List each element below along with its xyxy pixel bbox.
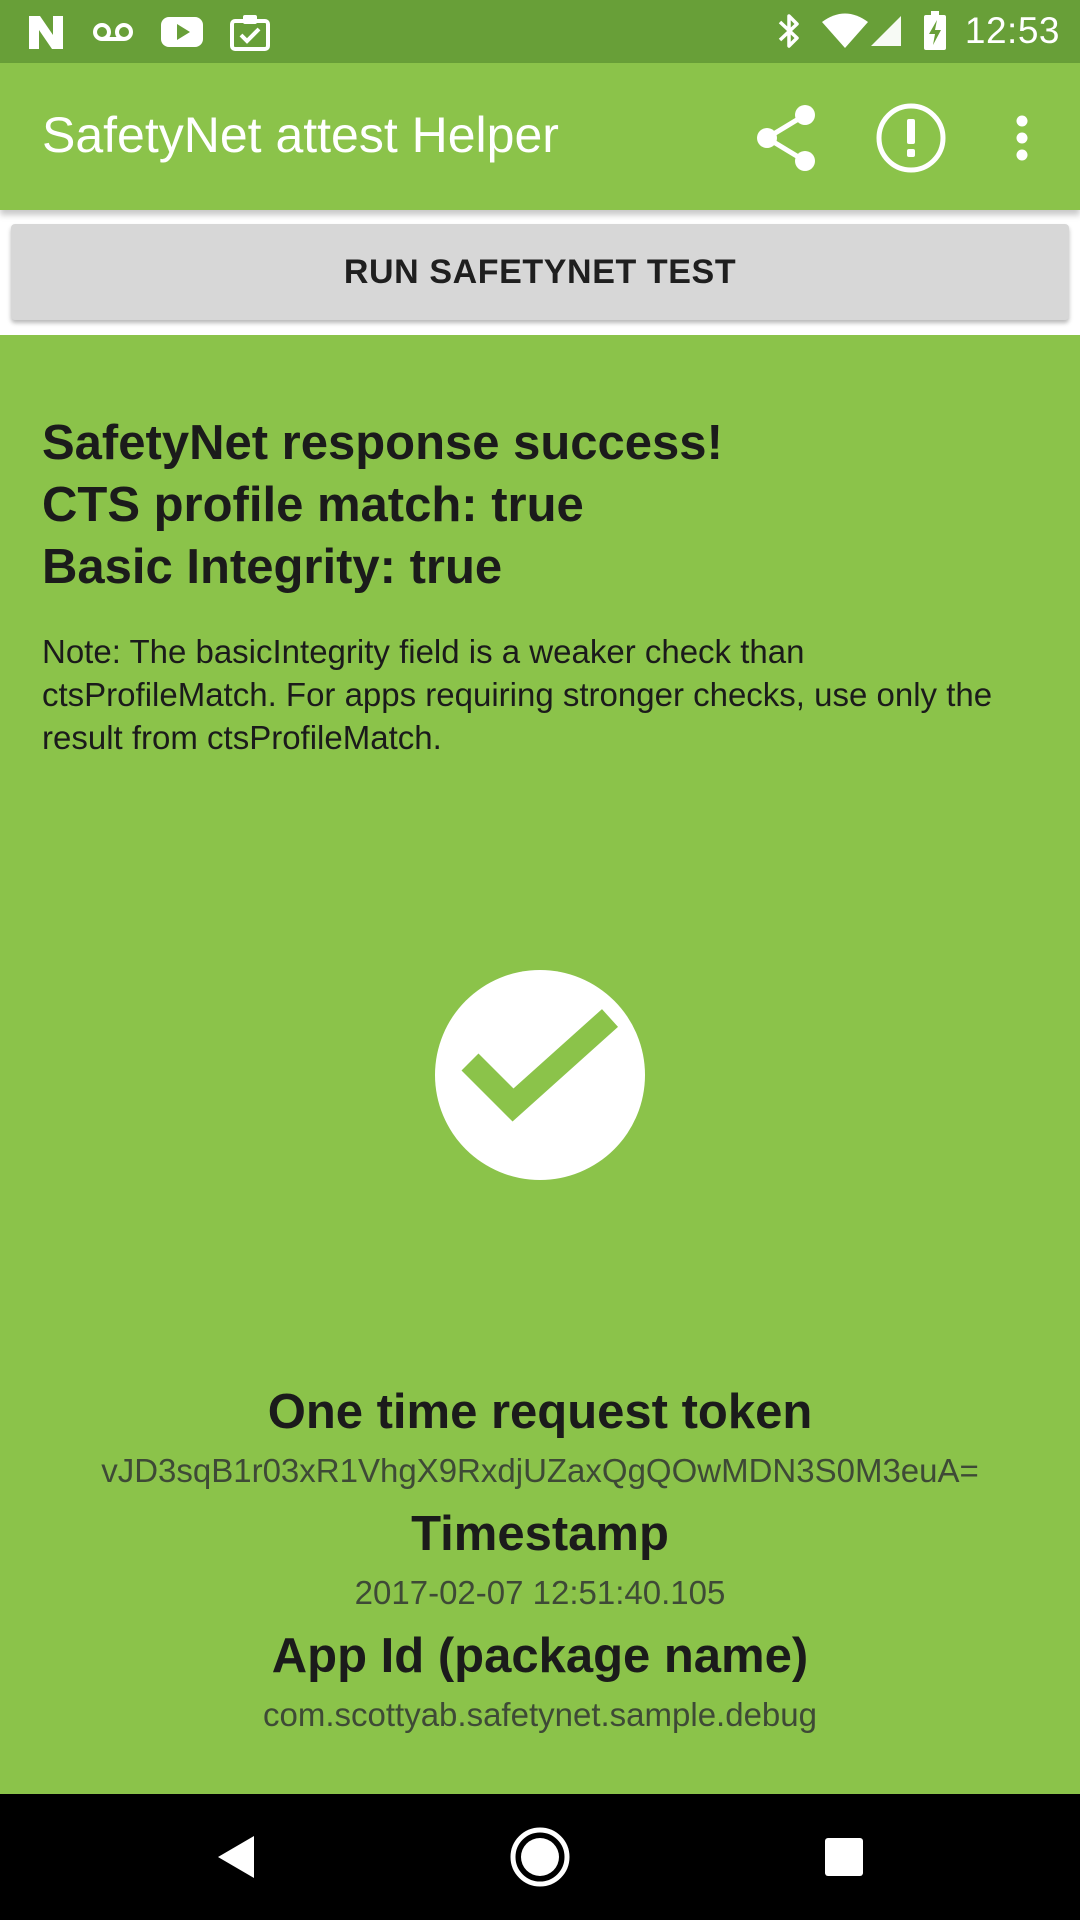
token-value: vJD3sqB1r03xR1VhgX9RxdjUZaxQgQOwMDN3S0M3… [101, 1452, 979, 1489]
share-button[interactable] [746, 98, 826, 178]
n-notification-icon [29, 16, 63, 49]
response-status-text: SafetyNet response success! [42, 416, 723, 470]
app-id-value: com.scottyab.safetynet.sample.debug [263, 1696, 817, 1733]
bluetooth-icon [778, 14, 799, 48]
token-label: One time request token [267, 1385, 813, 1439]
cts-profile-match-text: CTS profile match: true [42, 478, 584, 532]
clipboard-check-icon [230, 15, 270, 51]
overflow-menu-button[interactable] [982, 98, 1062, 178]
note-text: Note: The basicIntegrity field is a weak… [42, 633, 993, 756]
app-title: SafetyNet attest Helper [42, 107, 559, 163]
app-id-label: App Id (package name) [271, 1629, 809, 1683]
timestamp-label: Timestamp [411, 1507, 669, 1561]
status-time: 12:53 [964, 10, 1060, 51]
recents-button[interactable] [804, 1822, 884, 1892]
info-alert-button[interactable] [871, 98, 951, 178]
home-icon [510, 1827, 570, 1887]
success-indicator [435, 970, 645, 1180]
basic-integrity-text: Basic Integrity: true [42, 540, 503, 594]
navigation-bar [0, 1794, 1080, 1920]
timestamp-value: 2017-02-07 12:51:40.105 [354, 1574, 726, 1611]
app-bar: SafetyNet attest Helper [0, 63, 1080, 210]
battery-charging-icon [923, 11, 946, 50]
cell-signal-icon [870, 16, 901, 46]
recents-icon [825, 1838, 863, 1876]
share-icon [757, 105, 815, 171]
voicemail-icon [93, 23, 133, 41]
overflow-menu-icon [1016, 115, 1028, 161]
result-heading: SafetyNet response success! CTS profile … [42, 412, 1042, 598]
back-icon [218, 1836, 254, 1878]
button-band: RUN SAFETYNET TEST [0, 210, 1080, 335]
youtube-icon [161, 17, 203, 47]
run-safetynet-test-button[interactable]: RUN SAFETYNET TEST [11, 224, 1069, 320]
alert-circle-icon [876, 103, 946, 173]
wifi-icon [821, 13, 868, 48]
check-circle-icon [461, 1009, 619, 1122]
back-button[interactable] [196, 1822, 276, 1892]
status-bar: 12:53 [0, 0, 1080, 63]
home-button[interactable] [500, 1822, 580, 1892]
